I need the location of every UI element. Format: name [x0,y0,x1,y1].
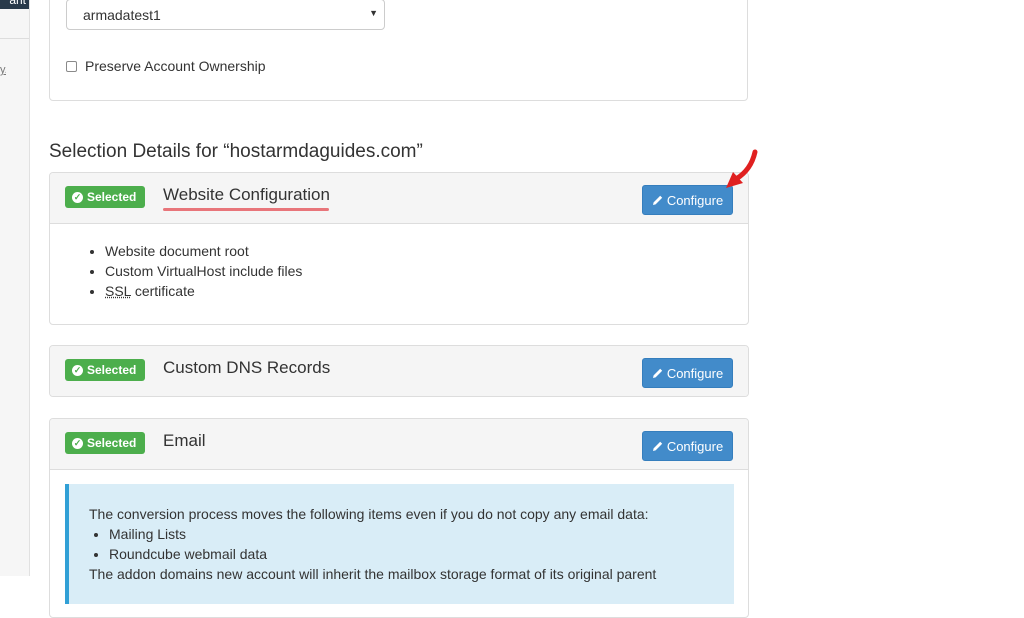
website-config-body: Website document root Custom VirtualHost… [50,224,748,301]
email-info-trail: The addon domains new account will inher… [89,566,657,582]
sidebar-link-fragment[interactable]: y. [0,64,6,76]
list-item: SSL certificate [105,281,748,301]
preserve-ownership-checkbox[interactable] [66,60,77,72]
configure-button-label: Configure [666,192,724,208]
sidebar: ant y. [0,0,30,576]
ssl-item-text: certificate [130,283,195,299]
website-config-header: ✓ Selected Website Configuration Configu… [50,173,748,224]
configure-button-label: Configure [666,438,724,454]
email-info-lead: The conversion process moves the followi… [89,506,649,522]
dns-records-card: ✓ Selected Custom DNS Records Configure [49,345,749,397]
caret-down-icon: ▼ [369,8,378,18]
highlight-underline [163,208,329,211]
sidebar-divider [0,38,29,39]
account-options-panel: armadatest1 ▼ Preserve Account Ownership [49,0,748,101]
selected-badge-label: Selected [87,436,137,450]
website-config-list: Website document root Custom VirtualHost… [50,224,748,301]
list-item: Custom VirtualHost include files [105,261,748,281]
pencil-icon [652,441,663,451]
website-config-configure-button[interactable]: Configure [642,185,733,215]
preserve-ownership-option[interactable]: Preserve Account Ownership [66,58,266,74]
website-config-title: Website Configuration [163,185,330,204]
account-select[interactable]: armadatest1 ▼ [66,0,385,30]
check-circle-icon: ✓ [72,437,83,449]
selected-badge: ✓ Selected [65,432,146,454]
annotation-arrow-icon [726,149,758,188]
email-configure-button[interactable]: Configure [642,431,733,461]
selected-badge-label: Selected [87,363,137,377]
email-info-alert: The conversion process moves the followi… [65,484,734,604]
check-circle-icon: ✓ [72,191,83,203]
selected-badge-label: Selected [87,190,137,204]
dns-records-title: Custom DNS Records [163,358,331,377]
list-item: Mailing Lists [109,524,267,544]
sidebar-header-text: ant [9,0,26,7]
selected-badge: ✓ Selected [65,359,146,381]
check-circle-icon: ✓ [72,364,83,376]
email-info-list: Mailing Lists Roundcube webmail data [89,524,267,564]
pencil-icon [652,368,663,378]
email-header: ✓ Selected Email Configure [50,419,748,470]
ssl-abbreviation: SSL [105,283,131,299]
account-select-value: armadatest1 [83,7,161,23]
email-card: ✓ Selected Email Configure The conversio… [49,418,749,618]
dns-configure-button[interactable]: Configure [642,358,733,388]
sidebar-header[interactable]: ant [0,0,29,9]
list-item: Roundcube webmail data [109,544,267,564]
preserve-ownership-label: Preserve Account Ownership [85,58,266,74]
website-config-card: ✓ Selected Website Configuration Configu… [49,172,749,325]
selection-details-heading: Selection Details for “hostarmdaguides.c… [49,141,423,162]
dns-records-header: ✓ Selected Custom DNS Records Configure [50,346,748,396]
list-item: Website document root [105,241,748,261]
selected-badge: ✓ Selected [65,186,146,208]
email-title: Email [163,431,206,450]
pencil-icon [652,195,663,205]
configure-button-label: Configure [666,365,724,381]
